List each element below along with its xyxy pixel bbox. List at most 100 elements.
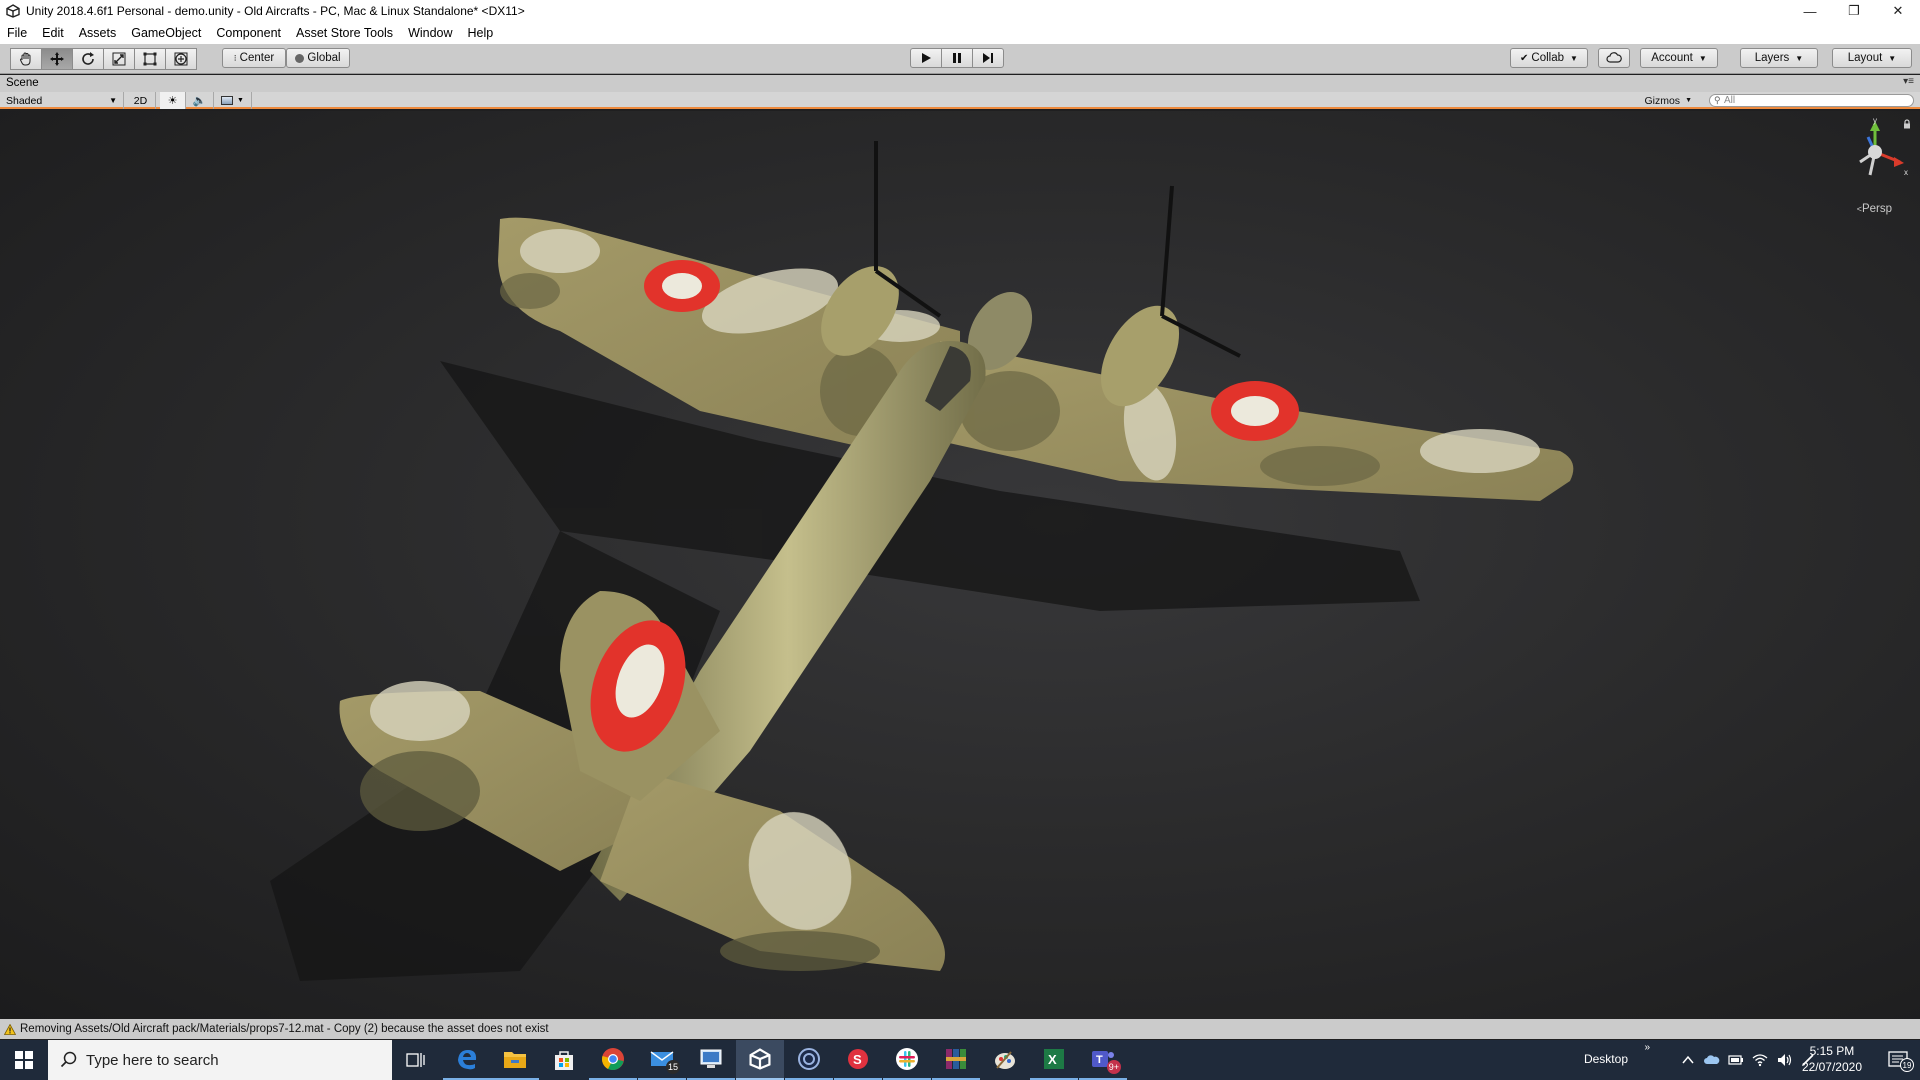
scene-search-placeholder: All — [1724, 95, 1736, 106]
action-center-button[interactable]: 19 — [1888, 1050, 1914, 1072]
scene-search-input[interactable]: ⚲ All — [1709, 94, 1914, 107]
taskbar-file-explorer[interactable] — [491, 1040, 539, 1080]
console-status-bar[interactable]: Removing Assets/Old Aircraft pack/Materi… — [0, 1019, 1920, 1039]
shading-mode-dropdown[interactable]: Shaded ▼ — [0, 92, 124, 109]
check-icon: ✔ — [1520, 52, 1529, 64]
lock-icon[interactable] — [1902, 119, 1912, 129]
taskbar-excel[interactable]: X — [1030, 1040, 1078, 1080]
scene-viewport[interactable]: y x <Persp — [0, 111, 1920, 1019]
volume-icon[interactable] — [1776, 1052, 1792, 1068]
svg-text:X: X — [1048, 1052, 1057, 1067]
taskbar-unity[interactable] — [736, 1040, 784, 1080]
pivot-global-button[interactable]: Global — [286, 48, 350, 68]
taskbar-mail[interactable]: 15 — [638, 1040, 686, 1080]
menu-file[interactable]: File — [7, 26, 27, 40]
taskbar-remote-desktop[interactable] — [687, 1040, 735, 1080]
notification-count: 19 — [1900, 1058, 1914, 1072]
rect-tool-button[interactable] — [134, 48, 166, 70]
pivot-center-button[interactable]: ⁝ Center — [222, 48, 286, 68]
account-button[interactable]: Account ▼ — [1640, 48, 1718, 68]
status-message: Removing Assets/Old Aircraft pack/Materi… — [20, 1023, 549, 1035]
aircraft-model — [270, 141, 1574, 981]
rotate-tool-button[interactable] — [72, 48, 104, 70]
chrome-icon — [602, 1048, 624, 1071]
cloud-button[interactable] — [1598, 48, 1630, 68]
menu-help[interactable]: Help — [468, 26, 494, 40]
winrar-icon — [946, 1049, 966, 1069]
taskbar-winrar[interactable] — [932, 1040, 980, 1080]
collab-label: Collab — [1531, 52, 1565, 64]
transform-tools — [10, 48, 197, 70]
taskbar-teams[interactable]: T 9+ — [1079, 1040, 1127, 1080]
rect-icon — [143, 52, 157, 66]
taskbar-slack[interactable] — [883, 1040, 931, 1080]
tab-menu-icon[interactable]: ▾≡ — [1903, 76, 1914, 87]
scene-tab-bar: Scene ▾≡ — [0, 75, 1920, 92]
taskbar-task-view[interactable] — [392, 1040, 440, 1080]
play-button[interactable] — [910, 48, 942, 68]
unity-logo-icon — [6, 4, 20, 18]
warning-icon — [4, 1023, 16, 1035]
layers-button[interactable]: Layers ▼ — [1740, 48, 1818, 68]
taskbar-chrome[interactable] — [589, 1040, 637, 1080]
battery-icon[interactable] — [1728, 1052, 1744, 1068]
menu-assets[interactable]: Assets — [79, 26, 117, 40]
system-clock[interactable]: 5:15 PM 22/07/2020 — [1802, 1043, 1862, 1075]
lighting-toggle[interactable]: ☀ — [160, 92, 186, 109]
layout-button[interactable]: Layout ▼ — [1832, 48, 1912, 68]
menu-component[interactable]: Component — [216, 26, 281, 40]
chevron-down-icon: ▼ — [237, 97, 244, 104]
taskbar-cinema4d[interactable] — [785, 1040, 833, 1080]
projection-toggle[interactable]: <Persp — [1857, 203, 1892, 215]
taskbar-substance[interactable]: S — [834, 1040, 882, 1080]
start-button[interactable] — [0, 1040, 48, 1080]
show-hidden-icons-icon[interactable] — [1680, 1052, 1696, 1068]
space-label: Global — [307, 52, 341, 64]
hand-tool-button[interactable] — [10, 48, 42, 70]
desktop-toolbar-label[interactable]: Desktop — [1584, 1052, 1628, 1066]
cinema4d-icon — [798, 1048, 820, 1070]
taskbar-paint[interactable] — [981, 1040, 1029, 1080]
close-button[interactable]: ✕ — [1876, 0, 1920, 22]
edge-icon — [458, 1050, 477, 1070]
windows-taskbar: Type here to search 15 S X T 9+ Desktop … — [0, 1040, 1920, 1080]
remote-desktop-icon — [700, 1049, 722, 1068]
axis-y-label: y — [1873, 117, 1877, 125]
paint-icon — [995, 1051, 1015, 1069]
projection-label: Persp — [1861, 203, 1892, 215]
collab-button[interactable]: ✔ Collab ▼ — [1510, 48, 1588, 68]
rotate-icon — [82, 52, 94, 65]
step-button[interactable] — [972, 48, 1004, 68]
orientation-gizmo[interactable]: y x — [1840, 117, 1910, 187]
teams-badge: 9+ — [1106, 1060, 1121, 1074]
mail-badge: 15 — [665, 1060, 680, 1074]
taskbar-store[interactable] — [540, 1040, 588, 1080]
gizmos-dropdown[interactable]: Gizmos ▼ — [1638, 92, 1698, 109]
maximize-button[interactable]: ❐ — [1832, 0, 1876, 22]
scale-tool-button[interactable] — [103, 48, 135, 70]
layout-label: Layout — [1847, 52, 1883, 64]
menu-edit[interactable]: Edit — [42, 26, 64, 40]
slack-icon — [896, 1048, 918, 1070]
move-tool-button[interactable] — [41, 48, 73, 70]
taskbar-edge[interactable] — [443, 1040, 491, 1080]
task-view-icon — [406, 1053, 425, 1067]
account-label: Account — [1651, 52, 1693, 64]
cloud-icon — [1606, 52, 1622, 63]
onedrive-icon[interactable] — [1704, 1052, 1720, 1068]
menu-gameobject[interactable]: GameObject — [131, 26, 201, 40]
wifi-icon[interactable] — [1752, 1052, 1768, 1068]
menu-asset-store-tools[interactable]: Asset Store Tools — [296, 26, 393, 40]
taskbar-search-input[interactable]: Type here to search — [48, 1040, 392, 1080]
toolbar-overflow-icon[interactable]: » — [1644, 1042, 1650, 1053]
toggle-2d-button[interactable]: 2D — [126, 92, 156, 109]
minimize-button[interactable]: — — [1788, 0, 1832, 22]
menu-window[interactable]: Window — [408, 26, 452, 40]
effects-dropdown[interactable]: ▼ — [214, 92, 252, 109]
file-explorer-icon — [504, 1052, 526, 1068]
gizmos-label: Gizmos — [1644, 94, 1681, 107]
pause-button[interactable] — [941, 48, 973, 68]
audio-toggle[interactable]: 🔈 — [186, 92, 214, 109]
transform-tool-button[interactable] — [165, 48, 197, 70]
tab-scene[interactable]: Scene — [6, 77, 39, 89]
